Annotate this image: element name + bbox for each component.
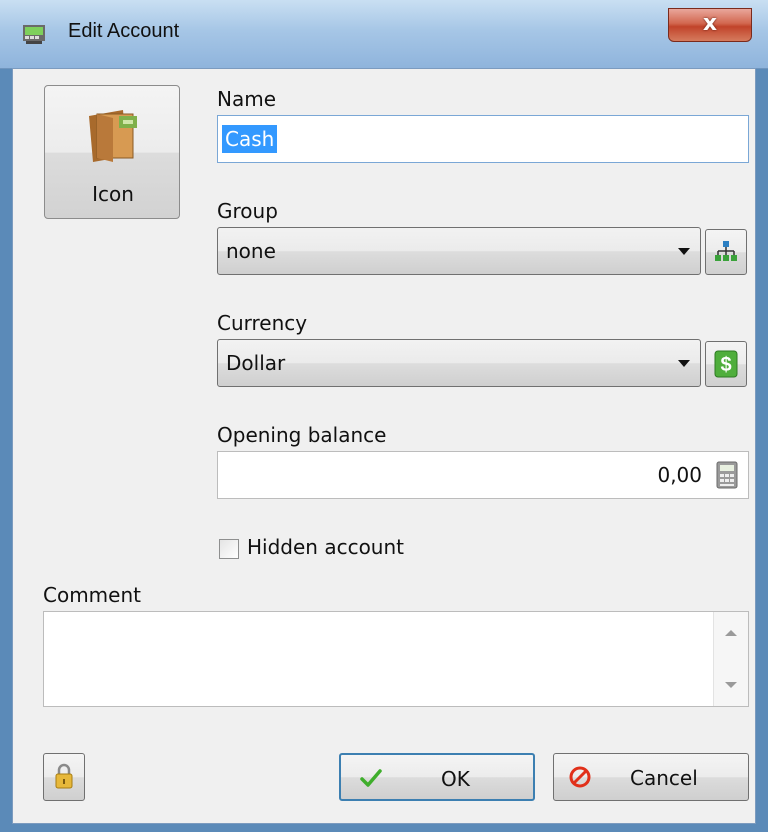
name-input[interactable]: Cash — [217, 115, 749, 163]
hierarchy-icon — [715, 241, 737, 261]
opening-balance-input[interactable]: 0,00 — [217, 451, 749, 499]
dialog-body: Icon Name Cash Group none Currency Dolla… — [12, 68, 756, 824]
group-select[interactable]: none — [217, 227, 701, 275]
icon-button-label: Icon — [92, 182, 134, 206]
scroll-down-icon[interactable] — [725, 682, 737, 688]
checkmark-icon — [360, 769, 382, 787]
group-label: Group — [217, 199, 278, 223]
cancel-button[interactable]: Cancel — [553, 753, 749, 801]
svg-text:$: $ — [720, 354, 731, 376]
opening-balance-value: 0,00 — [657, 463, 702, 487]
currency-select[interactable]: Dollar — [217, 339, 701, 387]
ok-button[interactable]: OK — [339, 753, 535, 801]
name-label: Name — [217, 87, 277, 111]
dollar-icon: $ — [714, 350, 738, 378]
lock-icon — [55, 763, 73, 789]
comment-scrollbar[interactable] — [713, 612, 748, 706]
comment-textarea[interactable] — [43, 611, 749, 707]
close-button[interactable]: x — [668, 8, 752, 42]
currency-label: Currency — [217, 311, 308, 335]
manage-currencies-button[interactable]: $ — [705, 341, 747, 387]
cancel-button-label: Cancel — [630, 766, 698, 790]
window-title: Edit Account — [68, 20, 180, 42]
scroll-up-icon[interactable] — [725, 630, 737, 636]
manage-groups-button[interactable] — [705, 229, 747, 275]
currency-select-value: Dollar — [226, 351, 286, 375]
chevron-down-icon — [678, 248, 690, 255]
edit-account-window: Edit Account x Icon Name Cash Group none — [0, 0, 768, 832]
hidden-account-checkbox[interactable] — [219, 539, 239, 559]
app-icon — [23, 25, 45, 44]
close-icon: x — [702, 11, 718, 36]
group-select-value: none — [226, 239, 276, 263]
ok-button-label: OK — [441, 767, 470, 791]
comment-label: Comment — [43, 583, 141, 607]
chevron-down-icon — [678, 360, 690, 367]
icon-button[interactable]: Icon — [44, 85, 180, 219]
calculator-icon[interactable] — [716, 461, 738, 489]
hidden-account-label[interactable]: Hidden account — [247, 535, 404, 559]
opening-balance-label: Opening balance — [217, 423, 387, 447]
wallet-icon — [89, 110, 137, 162]
lock-button[interactable] — [43, 753, 85, 801]
title-bar[interactable]: Edit Account x — [0, 0, 768, 69]
name-input-value: Cash — [222, 125, 278, 153]
cancel-icon — [569, 766, 591, 788]
